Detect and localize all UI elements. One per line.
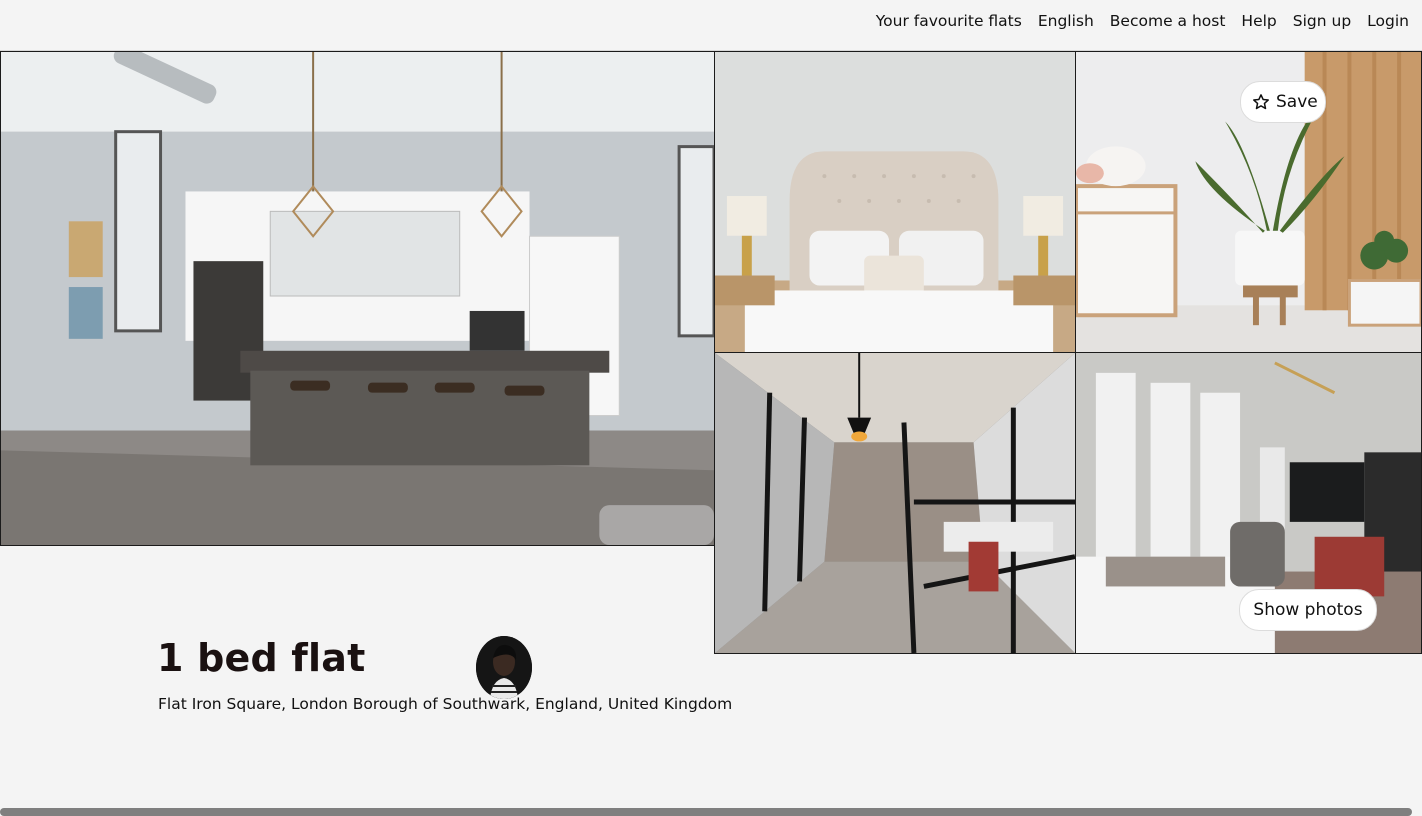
star-icon <box>1253 94 1269 110</box>
kitchen-photo[interactable] <box>0 51 715 546</box>
nav-link-sign-up[interactable]: Sign up <box>1293 12 1351 30</box>
horizontal-scrollbar[interactable] <box>0 808 1412 816</box>
show-photos-button[interactable]: Show photos <box>1239 589 1377 631</box>
nav-link-login[interactable]: Login <box>1367 12 1409 30</box>
show-photos-label: Show photos <box>1253 600 1363 620</box>
top-nav: Your favourite flats English Become a ho… <box>0 0 1422 51</box>
nav-links: Your favourite flats English Become a ho… <box>860 12 1409 30</box>
nav-link-language[interactable]: English <box>1038 12 1094 30</box>
listing-title: 1 bed flat <box>157 636 366 680</box>
host-avatar[interactable] <box>476 636 532 699</box>
nav-link-become-host[interactable]: Become a host <box>1110 12 1226 30</box>
nav-link-help[interactable]: Help <box>1241 12 1276 30</box>
hallway-photo[interactable] <box>714 352 1076 654</box>
save-button[interactable]: Save <box>1240 81 1326 123</box>
nav-link-favourite-flats[interactable]: Your favourite flats <box>876 12 1022 30</box>
bedroom-photo[interactable] <box>714 51 1076 353</box>
listing-address: Flat Iron Square, London Borough of Sout… <box>158 695 733 713</box>
save-button-label: Save <box>1276 92 1318 112</box>
